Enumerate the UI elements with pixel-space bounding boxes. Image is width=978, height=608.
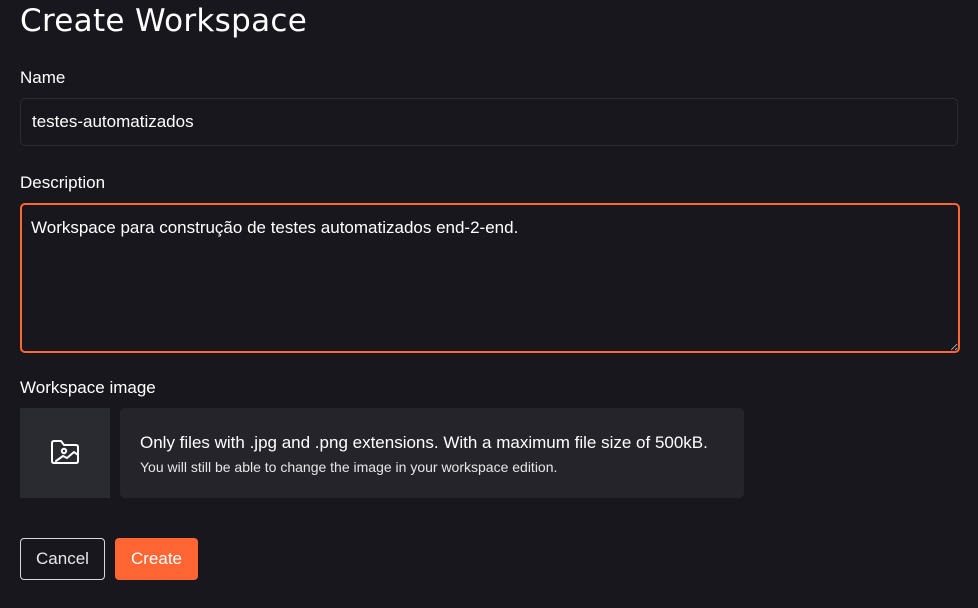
image-upload-icon bbox=[49, 435, 81, 472]
image-requirements-text: Only files with .jpg and .png extensions… bbox=[140, 433, 708, 452]
cancel-button[interactable]: Cancel bbox=[20, 538, 105, 580]
create-button[interactable]: Create bbox=[115, 538, 198, 580]
description-label: Description bbox=[20, 173, 106, 192]
image-edit-hint: You will still be able to change the ima… bbox=[140, 459, 558, 475]
create-workspace-page: Create Workspace Name Description Worksp… bbox=[0, 0, 978, 608]
image-upload-button[interactable] bbox=[20, 408, 110, 498]
name-input[interactable] bbox=[20, 98, 958, 146]
name-label: Name bbox=[20, 68, 66, 87]
page-title: Create Workspace bbox=[20, 3, 308, 39]
description-textarea[interactable]: Workspace para construção de testes auto… bbox=[20, 203, 960, 353]
image-info-panel: Only files with .jpg and .png extensions… bbox=[120, 408, 744, 498]
workspace-image-label: Workspace image bbox=[20, 378, 156, 397]
